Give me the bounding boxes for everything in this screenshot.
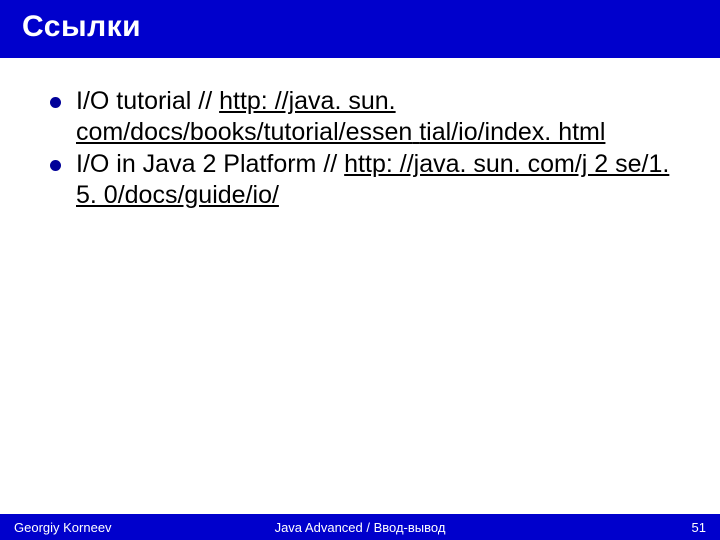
list-item: I/O in Java 2 Platform // http: //java. … [48, 149, 682, 210]
link-text-line2: tial/io/index. html [419, 118, 605, 146]
footer-author: Georgiy Korneev [14, 520, 112, 535]
footer-page-number: 51 [692, 520, 706, 535]
slide-body: I/O tutorial // http: //java. sun. com/d… [0, 58, 720, 540]
footer-bar: Georgiy Korneev Java Advanced / Ввод-выв… [0, 514, 720, 540]
slide: Ссылки I/O tutorial // http: //java. sun… [0, 0, 720, 540]
slide-title: Ссылки [22, 10, 698, 44]
bullet-prefix: I/O tutorial // [76, 87, 219, 115]
bullet-prefix: I/O in Java 2 Platform // [76, 150, 344, 178]
list-item: I/O tutorial // http: //java. sun. com/d… [48, 86, 682, 147]
title-bar: Ссылки [0, 0, 720, 58]
bullet-list: I/O tutorial // http: //java. sun. com/d… [48, 86, 682, 210]
